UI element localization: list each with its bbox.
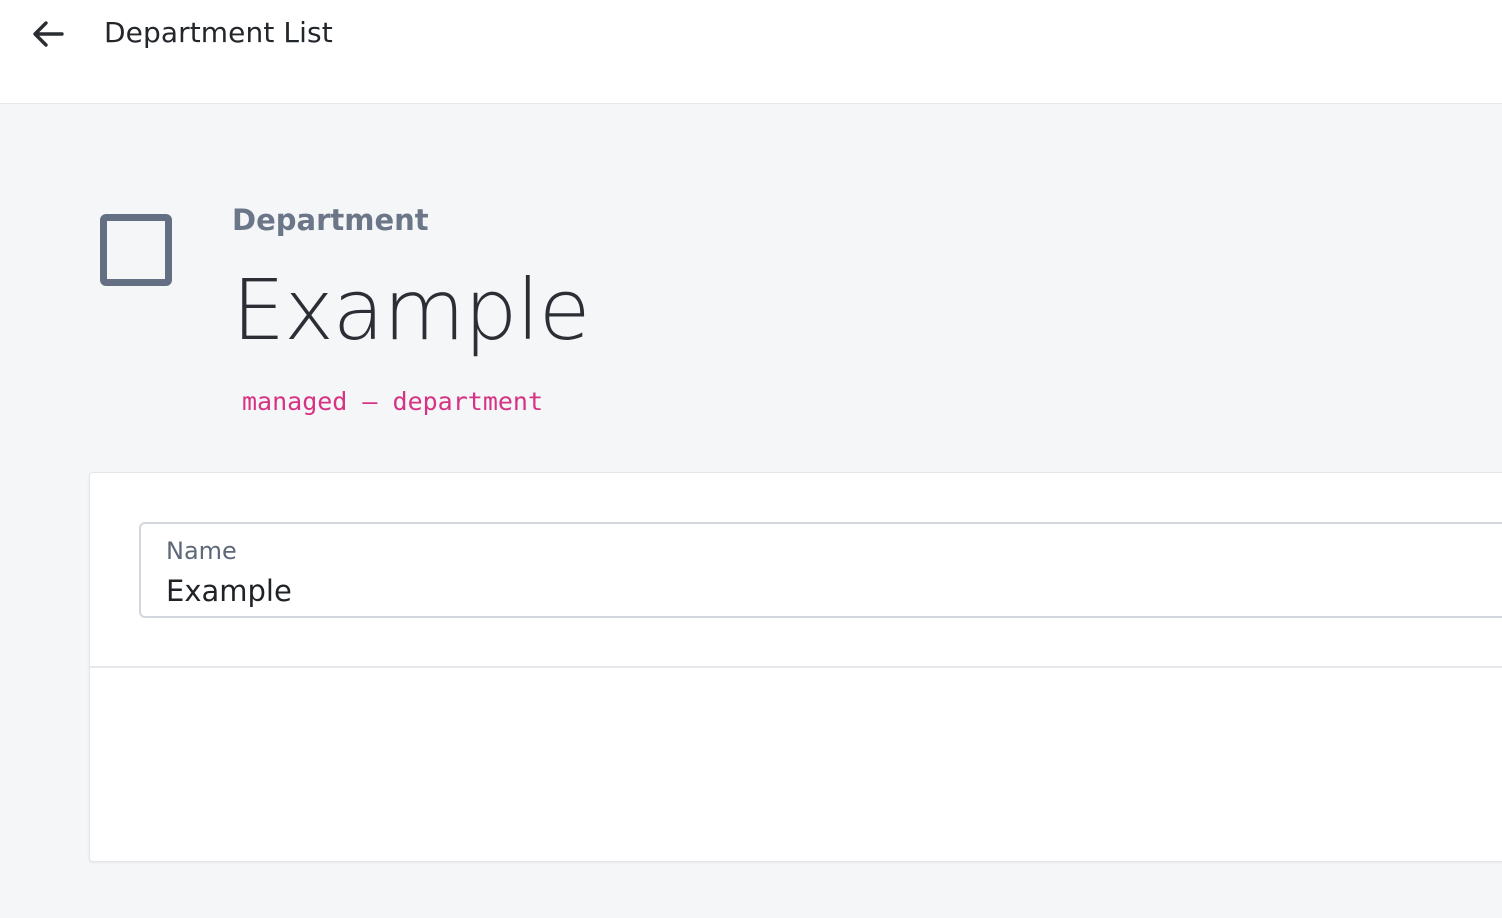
square-outline-icon <box>100 214 172 286</box>
entity-slug: managed – department <box>242 387 544 416</box>
name-field[interactable]: Name Example <box>139 522 1502 618</box>
entity-kind-label: Department <box>232 203 429 237</box>
arrow-left-icon <box>28 14 68 54</box>
name-field-value[interactable]: Example <box>166 572 292 610</box>
details-card: Name Example <box>89 472 1502 862</box>
name-field-label: Name <box>166 537 237 565</box>
entity-title: Example <box>232 261 590 359</box>
card-divider <box>90 666 1502 668</box>
page-title: Department List <box>104 16 333 49</box>
back-button[interactable] <box>26 12 70 56</box>
top-bar: Department List <box>0 0 1502 104</box>
